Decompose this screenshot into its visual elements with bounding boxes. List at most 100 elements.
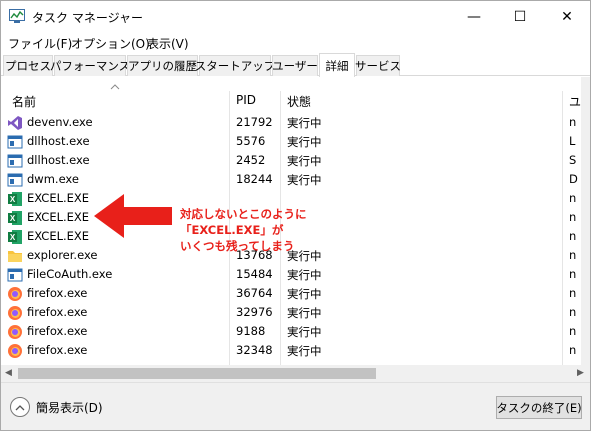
process-user: n [569,343,577,357]
process-user: n [569,324,577,338]
vertical-scrollbar[interactable] [581,77,590,365]
process-name: firefox.exe [27,343,88,357]
annotation-line-1: 対応しないとこのように [180,207,307,221]
process-row[interactable]: FileCoAuth.exe 15484 実行中 n [1,265,581,284]
title-bar[interactable]: タスク マネージャー — ☐ ✕ [1,1,590,32]
excel-icon: X [7,191,23,207]
process-user: S [569,153,577,167]
process-user: n [569,115,577,129]
sort-ascending-icon[interactable] [110,83,120,91]
menu-view[interactable]: 表示(V) [147,35,189,52]
process-status: 実行中 [287,287,322,301]
column-header-pid[interactable]: PID [236,93,256,107]
window-app-icon [7,153,23,169]
tab-bar: プロセス パフォーマンス アプリの履歴 スタートアップ ユーザー 詳細 サービス [1,53,590,77]
firefox-icon [7,343,23,359]
svg-text:X: X [10,233,16,242]
column-header-status[interactable]: 状態 [287,93,311,110]
end-task-button[interactable]: タスクの終了(E) [496,396,582,419]
column-header-user[interactable]: ユ [569,93,581,110]
tab-startup[interactable]: スタートアップ [195,55,275,76]
svg-text:X: X [10,214,16,223]
process-row[interactable]: dllhost.exe 5576 実行中 L [1,132,581,151]
tab-services[interactable]: サービス [355,55,401,76]
minimize-button[interactable]: — [451,1,497,32]
minimize-icon: — [467,8,481,25]
chevron-up-icon [10,397,30,417]
process-status: 実行中 [287,154,322,168]
process-user: n [569,248,577,262]
horizontal-scrollbar[interactable]: ◀ ▶ [1,365,590,382]
annotation-callout: 対応しないとこのように 「EXCEL.EXE」が いくつも残ってしまう [180,206,320,254]
process-name: firefox.exe [27,324,88,338]
process-user: n [569,191,577,205]
process-pid: 32976 [236,305,273,319]
process-status: 実行中 [287,325,322,339]
visual-studio-icon [7,115,23,131]
process-user: n [569,229,577,243]
process-pid: 36764 [236,286,273,300]
excel-icon: X [7,229,23,245]
process-name: EXCEL.EXE [27,229,90,243]
process-status: 実行中 [287,173,322,187]
maximize-button[interactable]: ☐ [497,1,543,32]
task-manager-icon [9,9,25,23]
firefox-icon [7,305,23,321]
process-status: 実行中 [287,135,322,149]
process-name: dllhost.exe [27,153,90,167]
fewer-details-toggle[interactable]: 簡易表示(D) [10,397,103,417]
tab-performance[interactable]: パフォーマンス [50,55,130,76]
annotation-line-3: いくつも残ってしまう [180,239,295,253]
process-user: n [569,305,577,319]
menu-bar: ファイル(F) オプション(O) 表示(V) [1,32,590,52]
process-pid: 18244 [236,172,273,186]
fewer-details-label: 簡易表示(D) [36,400,103,415]
annotation-line-2: 「EXCEL.EXE」が [180,223,284,237]
window-app-icon [7,172,23,188]
process-row[interactable]: firefox.exe 36764 実行中 n [1,284,581,303]
horizontal-scroll-thumb[interactable] [18,368,376,379]
menu-file[interactable]: ファイル(F) [8,35,72,52]
process-status: 実行中 [287,116,322,130]
process-row[interactable]: firefox.exe 32976 実行中 n [1,303,581,322]
process-name: EXCEL.EXE [27,210,90,224]
process-name: devenv.exe [27,115,93,129]
folder-icon [7,248,23,264]
process-user: n [569,286,577,300]
process-row[interactable]: dllhost.exe 2452 実行中 S [1,151,581,170]
process-row[interactable]: devenv.exe 21792 実行中 n [1,113,581,132]
tab-processes[interactable]: プロセス [3,55,53,76]
tab-users[interactable]: ユーザー [272,55,318,76]
process-pid: 5576 [236,134,266,148]
tab-details[interactable]: 詳細 [319,53,355,77]
menu-options[interactable]: オプション(O) [71,35,150,52]
process-pid: 21792 [236,115,273,129]
process-user: n [569,267,577,281]
column-header-name[interactable]: 名前 [12,93,36,110]
process-name: dwm.exe [27,172,79,186]
tab-app-history[interactable]: アプリの履歴 [127,55,198,76]
scroll-right-icon[interactable]: ▶ [577,368,584,378]
process-name: firefox.exe [27,305,88,319]
process-user: n [569,210,577,224]
process-user: L [569,134,576,148]
process-name: EXCEL.EXE [27,191,90,205]
process-row[interactable]: firefox.exe 9188 実行中 n [1,322,581,341]
firefox-icon [7,324,23,340]
process-status: 実行中 [287,344,322,358]
maximize-icon: ☐ [513,8,527,25]
process-pid: 2452 [236,153,266,167]
close-button[interactable]: ✕ [544,1,590,32]
process-row[interactable]: dwm.exe 18244 実行中 D [1,170,581,189]
bottom-bar: 簡易表示(D) タスクの終了(E) [1,382,590,430]
process-status: 実行中 [287,268,322,282]
process-user: D [569,172,578,186]
process-name: explorer.exe [27,248,98,262]
process-name: FileCoAuth.exe [27,267,113,281]
scroll-left-icon[interactable]: ◀ [5,368,12,378]
window-app-icon [7,267,23,283]
task-manager-window: タスク マネージャー — ☐ ✕ ファイル(F) オプション(O) 表示(V) … [0,0,591,431]
process-row[interactable]: firefox.exe 32348 実行中 n [1,341,581,360]
close-icon: ✕ [561,8,573,25]
red-arrow-annotation [94,194,172,238]
